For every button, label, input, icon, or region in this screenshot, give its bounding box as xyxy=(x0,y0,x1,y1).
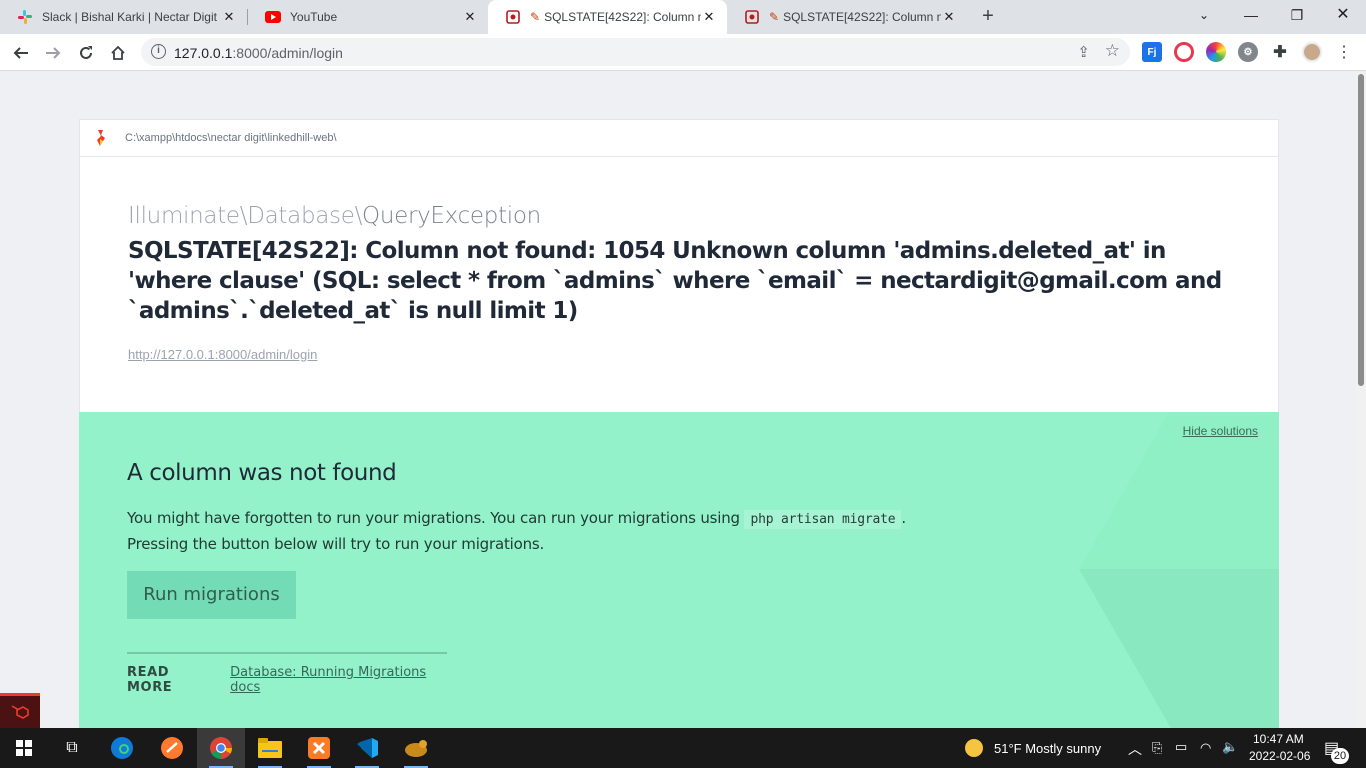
settings-ext-icon[interactable]: ⚙ xyxy=(1238,42,1258,62)
tab-sqlstate[interactable]: ✎ SQLSTATE[42S22]: Column not found ✕ xyxy=(727,0,967,34)
laravel-icon xyxy=(11,705,29,719)
home-button[interactable] xyxy=(104,39,132,67)
new-tab-button[interactable]: + xyxy=(976,5,1000,29)
url-text: 127.0.0.1:8000/admin/login xyxy=(174,45,343,61)
color-wheel-icon[interactable] xyxy=(1206,42,1226,62)
ignition-logo-icon xyxy=(97,130,105,146)
puzzle-icon[interactable]: ✚ xyxy=(1270,42,1290,62)
read-more-section: READ MORE Database: Running Migrations d… xyxy=(127,652,447,695)
restore-button[interactable]: ❐ xyxy=(1274,0,1320,30)
fj-icon[interactable]: Fj xyxy=(1142,42,1162,62)
task-view-icon[interactable]: ⧉ xyxy=(48,728,96,768)
forward-arrow-icon xyxy=(46,47,61,59)
pencil-icon: ✎ xyxy=(769,10,780,24)
start-icon[interactable] xyxy=(0,728,48,768)
path-bar: C:\xampp\htdocs\nectar digit\linkedhill-… xyxy=(79,119,1279,157)
notification-count-badge: 20 xyxy=(1331,748,1349,764)
share-icon[interactable]: ⇪ xyxy=(1077,43,1090,61)
home-icon xyxy=(111,45,125,60)
close-tab-icon[interactable]: ✕ xyxy=(221,9,237,25)
migrations-docs-link[interactable]: Database: Running Migrations docs xyxy=(230,665,447,695)
reload-button[interactable] xyxy=(72,39,100,67)
pencil-icon: ✎ xyxy=(530,10,541,24)
file-explorer-icon[interactable] xyxy=(246,728,294,768)
ignition-icon xyxy=(744,9,760,25)
exception-message: SQLSTATE[42S22]: Column not found: 1054 … xyxy=(128,238,1222,324)
grammarly-icon[interactable] xyxy=(1174,42,1194,62)
info-icon[interactable]: i xyxy=(151,44,166,59)
slack-icon xyxy=(17,9,33,25)
edge-icon[interactable] xyxy=(98,728,146,768)
youtube-icon xyxy=(265,9,281,25)
dbeaver-icon[interactable] xyxy=(392,728,440,768)
close-tab-icon[interactable]: ✕ xyxy=(941,9,957,25)
weather-sun-icon xyxy=(965,739,983,757)
solution-description: You might have forgotten to run your mig… xyxy=(127,509,906,553)
sublime-icon[interactable] xyxy=(148,728,196,768)
close-window-button[interactable]: ✕ xyxy=(1320,0,1366,30)
project-path: C:\xampp\htdocs\nectar digit\linkedhill-… xyxy=(125,132,337,144)
solution-panel: Hide solutions A column was not found Yo… xyxy=(79,412,1279,728)
forward-button[interactable] xyxy=(39,39,67,67)
page-viewport: C:\xampp\htdocs\nectar digit\linkedhill-… xyxy=(0,72,1356,728)
reload-icon xyxy=(80,46,92,59)
exception-class: Illuminate\Database\QueryException xyxy=(128,203,541,229)
solution-title: A column was not found xyxy=(127,460,397,486)
back-arrow-icon xyxy=(13,47,28,59)
browser-toolbar: i 127.0.0.1:8000/admin/login ⇪ ☆ Fj ⚙ ✚ … xyxy=(0,34,1366,71)
weather-text[interactable]: 51°F Mostly sunny xyxy=(994,741,1101,756)
chrome-icon[interactable] xyxy=(197,728,245,768)
request-url-link[interactable]: http://127.0.0.1:8000/admin/login xyxy=(128,347,1230,362)
wifi-icon[interactable]: ◠ xyxy=(1200,740,1211,756)
back-button[interactable] xyxy=(7,39,35,67)
hide-solutions-link[interactable]: Hide solutions xyxy=(1183,424,1258,438)
meet-now-icon[interactable]: ⎘ xyxy=(1152,740,1162,756)
tab-strip: Slack | Bishal Karki | Nectar Digit ✕ Yo… xyxy=(0,0,1366,34)
tab-sqlstate-active[interactable]: ✎ SQLSTATE[42S22]: Column not found ✕ xyxy=(488,0,727,34)
tab-slack[interactable]: Slack | Bishal Karki | Nectar Digit ✕ xyxy=(0,0,247,34)
exception-box: Illuminate\Database\QueryException SQLST… xyxy=(79,157,1279,412)
address-bar[interactable]: i 127.0.0.1:8000/admin/login ⇪ ☆ xyxy=(141,38,1130,66)
clock-date[interactable]: 2022-02-06 xyxy=(1249,749,1310,763)
bookmark-star-icon[interactable]: ☆ xyxy=(1105,41,1120,61)
artisan-command: php artisan migrate xyxy=(744,510,902,529)
battery-icon[interactable]: ▭ xyxy=(1175,739,1187,755)
vscode-icon[interactable] xyxy=(343,728,391,768)
profile-avatar[interactable] xyxy=(1302,42,1322,62)
ignition-icon xyxy=(505,9,521,25)
error-card: C:\xampp\htdocs\nectar digit\linkedhill-… xyxy=(79,119,1279,728)
tray-chevron-icon[interactable]: ︿ xyxy=(1128,739,1142,759)
tab-youtube[interactable]: YouTube ✕ xyxy=(248,0,488,34)
menu-kebab-icon[interactable]: ⋮ xyxy=(1336,42,1352,62)
solution-decoration xyxy=(1079,412,1279,728)
scrollbar-thumb[interactable] xyxy=(1358,74,1364,386)
laravel-debug-button[interactable] xyxy=(0,693,40,728)
run-migrations-button[interactable]: Run migrations xyxy=(127,571,296,619)
close-tab-icon[interactable]: ✕ xyxy=(462,9,478,25)
xampp-icon[interactable] xyxy=(295,728,343,768)
clock-time[interactable]: 10:47 AM xyxy=(1253,732,1304,746)
minimize-button[interactable]: — xyxy=(1228,0,1274,30)
volume-icon[interactable]: 🔈 xyxy=(1222,739,1238,755)
read-more-label: READ MORE xyxy=(127,665,173,695)
tab-search-chevron-icon[interactable]: ⌄ xyxy=(1181,0,1227,30)
close-tab-icon[interactable]: ✕ xyxy=(701,9,717,25)
windows-taskbar: ⧉ 51°F Mostly sunny ︿ ⎘ ▭ ◠ 🔈 10:47 AM 2… xyxy=(0,728,1366,768)
